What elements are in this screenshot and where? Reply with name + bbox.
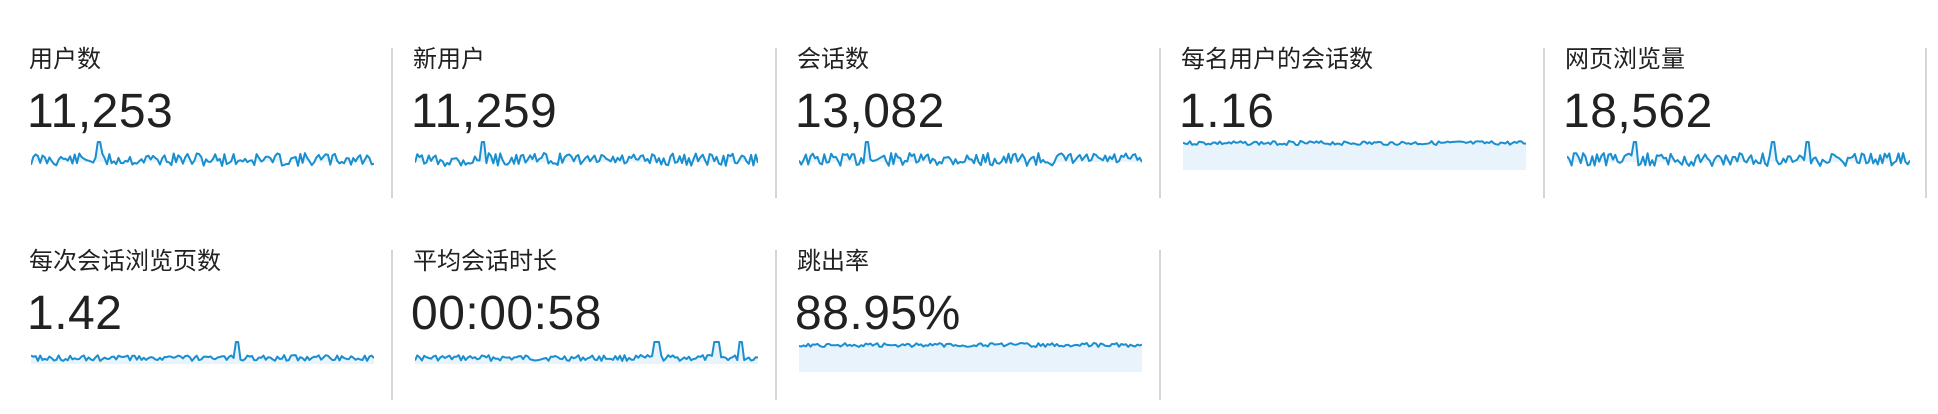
- sparkline-line: [415, 341, 758, 362]
- metric-card-bounce-rate[interactable]: 跳出率 88.95%: [768, 202, 1153, 372]
- metric-label: 新用户: [413, 45, 485, 73]
- metrics-grid: 用户数 11,253 新用户 11,259 会话数 13,082 每名用户的会话…: [0, 0, 1938, 414]
- sparkline-chart: [799, 141, 1142, 167]
- sparkline-line: [31, 141, 374, 167]
- metric-value: 11,259: [411, 85, 558, 138]
- metric-label: 每次会话浏览页数: [29, 247, 221, 275]
- metric-value: 1.16: [1179, 85, 1275, 138]
- sparkline-chart: [1567, 141, 1910, 167]
- metric-card-sessions[interactable]: 会话数 13,082: [768, 0, 1153, 167]
- metric-label: 用户数: [29, 45, 101, 73]
- metric-label: 跳出率: [797, 247, 869, 275]
- sparkline-line: [1567, 141, 1910, 167]
- sparkline-chart: [799, 342, 1142, 372]
- metric-card-sessions-per-user[interactable]: 每名用户的会话数 1.16: [1152, 0, 1537, 170]
- metric-value: 18,562: [1563, 85, 1713, 138]
- sparkline-area: [31, 342, 374, 364]
- sparkline-chart: [1183, 140, 1526, 170]
- sparkline-chart: [31, 341, 374, 364]
- metric-value: 11,253: [27, 85, 174, 138]
- card-divider: [1159, 250, 1161, 400]
- sparkline-area: [415, 342, 758, 364]
- metric-card-pageviews[interactable]: 网页浏览量 18,562: [1536, 0, 1921, 167]
- sparkline-line: [799, 141, 1142, 167]
- metric-value: 1.42: [27, 287, 123, 340]
- metric-card-users[interactable]: 用户数 11,253: [0, 0, 385, 167]
- metric-label: 会话数: [797, 45, 869, 73]
- sparkline-area: [799, 142, 1142, 166]
- metric-value: 13,082: [795, 85, 945, 138]
- sparkline-chart: [31, 141, 374, 167]
- metric-value: 00:00:58: [411, 287, 602, 340]
- metric-card-pages-per-session[interactable]: 每次会话浏览页数 1.42: [0, 202, 385, 364]
- metric-card-avg-session-duration[interactable]: 平均会话时长 00:00:58: [384, 202, 769, 364]
- sparkline-area: [1183, 141, 1526, 170]
- metric-label: 网页浏览量: [1565, 45, 1685, 73]
- sparkline-chart: [415, 341, 758, 364]
- metric-label: 平均会话时长: [413, 247, 557, 275]
- sparkline-chart: [415, 141, 758, 167]
- card-divider: [1925, 48, 1927, 198]
- metric-label: 每名用户的会话数: [1181, 45, 1373, 73]
- metric-card-new-users[interactable]: 新用户 11,259: [384, 0, 769, 167]
- metric-value: 88.95%: [795, 287, 961, 340]
